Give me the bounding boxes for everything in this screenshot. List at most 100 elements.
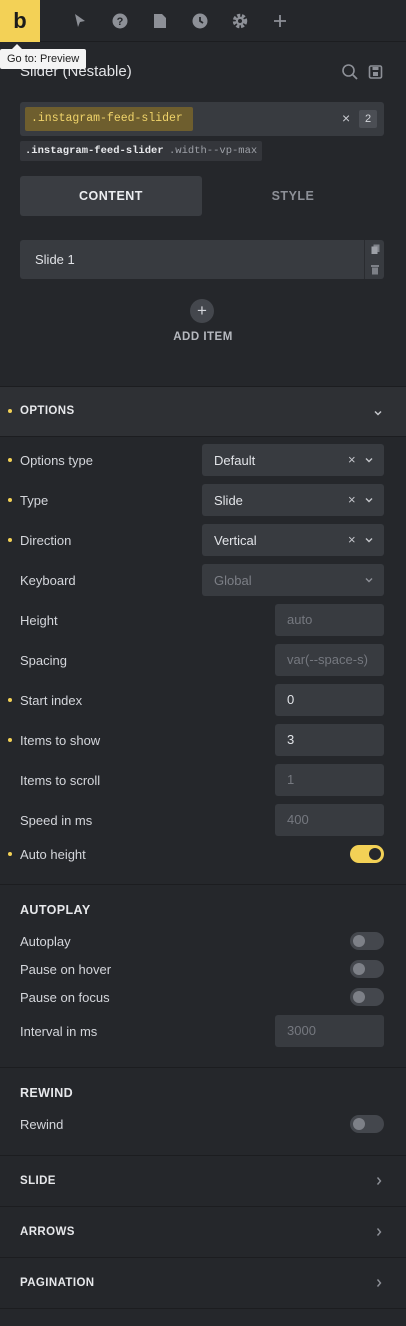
tab-content[interactable]: CONTENT xyxy=(20,176,202,216)
rewind-toggle[interactable] xyxy=(350,1115,384,1133)
start-index-label: Start index xyxy=(20,693,83,708)
items-to-scroll-label: Items to scroll xyxy=(20,773,101,788)
chevron-right-icon[interactable] xyxy=(374,1277,384,1289)
clear-icon[interactable]: × xyxy=(348,452,356,467)
direction-value: Vertical xyxy=(214,533,257,548)
options-type-label: Options type xyxy=(20,453,93,468)
gear-icon[interactable] xyxy=(230,11,250,31)
pause-on-hover-label: Pause on hover xyxy=(20,962,112,977)
keyboard-label: Keyboard xyxy=(20,573,76,588)
pause-on-focus-label: Pause on focus xyxy=(20,990,110,1005)
type-label: Type xyxy=(20,493,49,508)
keyboard-select[interactable]: Global xyxy=(202,564,384,596)
add-item-button[interactable]: + xyxy=(190,299,214,323)
auto-height-label: Auto height xyxy=(20,847,86,862)
class-tag-width-vp-max[interactable]: .width--vp-max xyxy=(164,141,263,161)
section-arrows-title: ARROWS xyxy=(20,1226,75,1238)
options-title: OPTIONS xyxy=(20,405,75,417)
chevron-down-icon[interactable] xyxy=(364,533,376,545)
panel-tabs: CONTENT STYLE xyxy=(20,176,384,216)
svg-text:?: ? xyxy=(117,16,124,28)
speed-label: Speed in ms xyxy=(20,813,93,828)
tab-style[interactable]: STYLE xyxy=(202,176,384,216)
options-type-value: Default xyxy=(214,453,256,468)
interval-input[interactable]: 3000 xyxy=(275,1015,384,1047)
tooltip: Go to: Preview xyxy=(0,44,87,69)
selector-count-badge[interactable]: 2 xyxy=(359,110,377,128)
keyboard-value: Global xyxy=(214,573,252,588)
clear-icon[interactable]: × xyxy=(348,492,356,507)
trash-icon[interactable] xyxy=(371,263,379,278)
history-icon[interactable] xyxy=(190,11,210,31)
item-tools xyxy=(364,240,384,279)
chevron-down-icon[interactable] xyxy=(364,573,376,585)
start-index-input[interactable]: 0 xyxy=(275,684,384,716)
modified-dot xyxy=(8,498,12,502)
top-toolbar: b ? xyxy=(0,0,406,42)
pause-on-focus-toggle[interactable] xyxy=(350,988,384,1006)
active-selector-chip[interactable]: .instagram-feed-slider xyxy=(25,107,193,131)
plus-icon[interactable] xyxy=(270,11,290,31)
height-input[interactable]: auto xyxy=(275,604,384,636)
toggle-knob xyxy=(369,848,381,860)
direction-label: Direction xyxy=(20,533,72,548)
toggle-knob xyxy=(353,1118,365,1130)
toggle-knob xyxy=(353,935,365,947)
selector-input[interactable]: .instagram-feed-slider × 2 xyxy=(20,102,384,136)
height-label: Height xyxy=(20,613,58,628)
chevron-right-icon[interactable] xyxy=(374,1226,384,1238)
items-to-show-input[interactable]: 3 xyxy=(275,724,384,756)
type-value: Slide xyxy=(214,493,243,508)
toggle-knob xyxy=(353,991,365,1003)
type-select[interactable]: Slide × xyxy=(202,484,384,516)
autoplay-title: AUTOPLAY xyxy=(20,903,91,917)
modified-dot xyxy=(8,852,12,856)
divider xyxy=(0,1308,406,1309)
spacing-input[interactable]: var(--space-s) xyxy=(275,644,384,676)
options-type-select[interactable]: Default × xyxy=(202,444,384,476)
modified-dot xyxy=(8,698,12,702)
modified-dot xyxy=(8,738,12,742)
search-icon[interactable] xyxy=(341,63,359,81)
modified-dot xyxy=(8,409,12,413)
autoplay-toggle[interactable] xyxy=(350,932,384,950)
chevron-down-icon[interactable] xyxy=(364,453,376,465)
toggle-knob xyxy=(353,963,365,975)
clear-selector-icon[interactable]: × xyxy=(342,111,354,125)
modified-dot xyxy=(8,538,12,542)
spacing-label: Spacing xyxy=(20,653,67,668)
section-pagination[interactable]: PAGINATION xyxy=(0,1257,406,1308)
clear-icon[interactable]: × xyxy=(348,532,356,547)
interval-label: Interval in ms xyxy=(20,1024,98,1039)
chevron-right-icon[interactable] xyxy=(374,1175,384,1187)
section-slide-title: SLIDE xyxy=(20,1175,56,1187)
direction-select[interactable]: Vertical × xyxy=(202,524,384,556)
section-slide[interactable]: SLIDE xyxy=(0,1155,406,1206)
chevron-down-icon[interactable] xyxy=(364,493,376,505)
section-pagination-title: PAGINATION xyxy=(20,1277,95,1289)
add-item-label[interactable]: ADD ITEM xyxy=(0,331,406,343)
divider xyxy=(0,436,406,437)
section-arrows[interactable]: ARROWS xyxy=(0,1206,406,1257)
chevron-down-icon[interactable] xyxy=(373,406,383,421)
autoplay-label: Autoplay xyxy=(20,934,71,949)
auto-height-toggle[interactable] xyxy=(350,845,384,863)
items-to-scroll-input[interactable]: 1 xyxy=(275,764,384,796)
speed-input[interactable]: 400 xyxy=(275,804,384,836)
divider xyxy=(0,884,406,885)
copy-icon[interactable] xyxy=(371,243,380,258)
list-item[interactable]: Slide 1 xyxy=(20,240,384,279)
cursor-icon[interactable] xyxy=(70,11,90,31)
class-tag-instagram-feed-slider[interactable]: .instagram-feed-slider xyxy=(20,141,169,161)
slide-item-label: Slide 1 xyxy=(35,252,75,267)
pause-on-hover-toggle[interactable] xyxy=(350,960,384,978)
divider xyxy=(0,1067,406,1068)
save-icon[interactable] xyxy=(368,63,386,81)
rewind-label: Rewind xyxy=(20,1117,64,1132)
options-section-header[interactable]: OPTIONS xyxy=(0,386,406,436)
page-icon[interactable] xyxy=(150,11,170,31)
logo-button[interactable]: b xyxy=(0,0,40,42)
items-to-show-label: Items to show xyxy=(20,733,101,748)
help-icon[interactable]: ? xyxy=(110,11,130,31)
modified-dot xyxy=(8,458,12,462)
